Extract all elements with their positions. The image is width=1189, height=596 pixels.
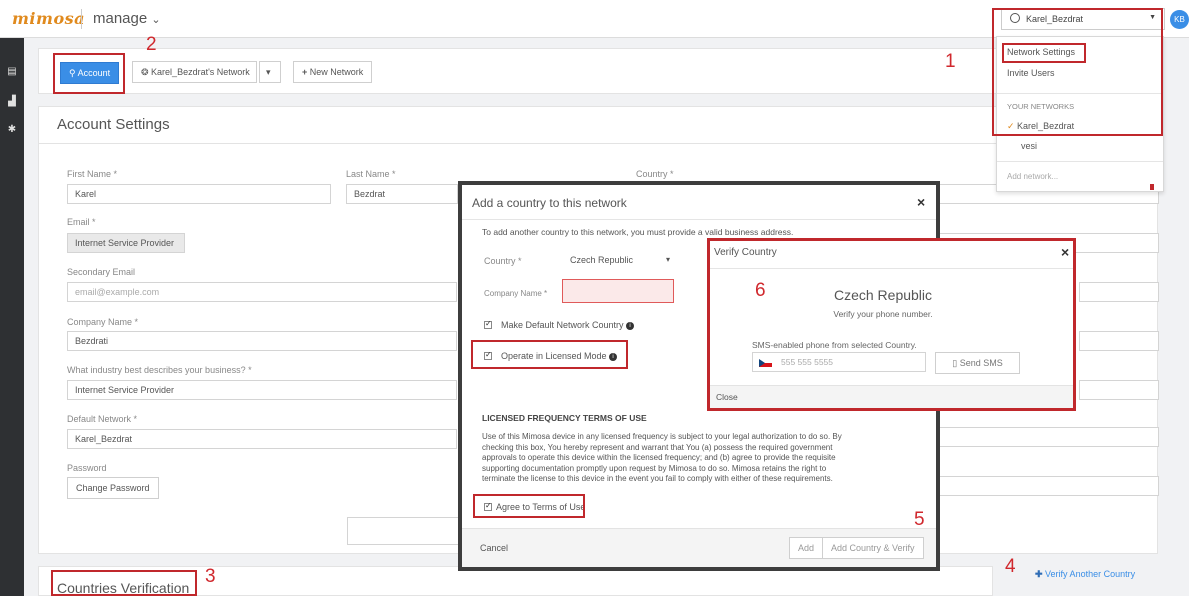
right-field-3[interactable] <box>1079 331 1159 351</box>
gear-icon[interactable]: ✱ <box>6 124 18 136</box>
step-number-4: 4 <box>1005 556 1016 577</box>
plus-icon: ✚ <box>1035 569 1046 579</box>
industry-select[interactable]: Internet Service Provider <box>67 380 457 400</box>
modal-country-select[interactable]: Czech Republic ▾ <box>562 250 674 270</box>
add-country-verify-button[interactable]: Add Country & Verify <box>822 537 924 559</box>
save-area <box>347 517 459 545</box>
annotation-box-countries <box>51 570 197 596</box>
step-number-1: 1 <box>945 51 956 72</box>
first-name-field[interactable]: Karel <box>67 184 331 204</box>
left-nav-rail: ▤ ▟ ✱ <box>0 38 24 596</box>
mimosa-logo[interactable]: mimosa <box>12 9 85 28</box>
app-caret-icon: ⌄ <box>151 14 161 26</box>
avatar-initials: KB <box>1174 15 1185 24</box>
grid-icon[interactable]: ▤ <box>6 66 18 78</box>
default-network-label: Default Network * <box>67 414 138 424</box>
app-switcher[interactable]: manage ⌄ <box>93 10 161 27</box>
small-red-indicator <box>1150 184 1154 190</box>
modal-country-value: Czech Republic <box>570 255 634 265</box>
terms-title: LICENSED FREQUENCY TERMS OF USE <box>482 413 647 423</box>
chevron-down-icon: ▾ <box>266 67 271 77</box>
menu-divider <box>997 161 1163 162</box>
avatar[interactable]: KB <box>1170 10 1189 29</box>
annotation-box-network-settings <box>1002 43 1086 63</box>
annotation-box-licensed-mode <box>471 340 628 369</box>
terms-body: Use of this Mimosa device in any license… <box>482 432 842 483</box>
email-label: Email * <box>67 217 96 227</box>
add-network-item[interactable]: Add network... <box>1007 172 1058 181</box>
step-number-5: 5 <box>914 509 925 530</box>
bar-chart-icon[interactable]: ▟ <box>6 96 18 108</box>
modal-footer: Cancel Add Add Country & Verify <box>462 528 936 567</box>
flag-icon <box>759 359 772 367</box>
add-button[interactable]: Add <box>789 537 824 559</box>
verify-country-modal: Verify Country × 6 Czech Republic Verify… <box>707 238 1076 411</box>
company-name-field[interactable]: Bezdrati <box>67 331 457 351</box>
right-field-6[interactable] <box>939 476 1159 496</box>
network-caret-button[interactable]: ▾ <box>259 61 281 83</box>
last-name-label: Last Name * <box>346 169 396 179</box>
verify-header-divider <box>710 268 1073 269</box>
chevron-down-icon: ▾ <box>665 255 670 264</box>
info-icon[interactable]: i <box>626 321 635 330</box>
plus-icon: + <box>302 67 310 77</box>
network-item-vesi[interactable]: vesi <box>1021 141 1037 151</box>
verify-footer: Close <box>710 385 1073 408</box>
send-sms-label: Send SMS <box>959 358 1003 368</box>
last-name-field[interactable]: Bezdrat <box>346 184 458 204</box>
modal-intro-text: To add another country to this network, … <box>482 227 794 237</box>
right-field-4[interactable] <box>1079 380 1159 400</box>
toolbar: ⚲ Account ❂ Karel_Bezdrat's Network ▾ + … <box>38 48 1158 94</box>
email-field[interactable]: Internet Service Provider <box>67 233 185 253</box>
phone-field[interactable]: 555 555 5555 <box>752 352 926 372</box>
globe-icon: ❂ <box>141 67 152 77</box>
secondary-email-label: Secondary Email <box>67 267 136 277</box>
phone-icon: ▯ <box>952 358 960 368</box>
right-field-5[interactable] <box>939 427 1159 447</box>
verify-country-name: Czech Republic <box>833 287 933 303</box>
verify-another-country-link[interactable]: ✚ Verify Another Country <box>1035 569 1135 580</box>
right-field-2[interactable] <box>1079 282 1159 302</box>
verify-title: Verify Country <box>714 247 777 258</box>
app-name-label: manage <box>93 10 148 27</box>
account-settings-title: Account Settings <box>57 116 170 133</box>
logo-divider <box>81 9 82 29</box>
secondary-email-field[interactable]: email@example.com <box>67 282 457 302</box>
panel-divider <box>39 143 1157 144</box>
country-label: Country * <box>636 169 674 179</box>
close-icon[interactable]: × <box>1061 244 1069 260</box>
verify-close-link[interactable]: Close <box>716 392 738 402</box>
industry-label: What industry best describes your busine… <box>67 365 252 375</box>
make-default-checkbox[interactable] <box>484 319 492 329</box>
network-button-label: Karel_Bezdrat's Network <box>151 67 250 77</box>
default-network-select[interactable]: Karel_Bezdrat <box>67 429 457 449</box>
network-select-button[interactable]: ❂ Karel_Bezdrat's Network <box>132 61 257 83</box>
cancel-link[interactable]: Cancel <box>480 543 508 553</box>
annotation-box-agree-terms <box>473 494 585 518</box>
modal-header-divider <box>462 219 936 220</box>
annotation-box-account <box>53 53 125 94</box>
password-label: Password <box>67 463 107 473</box>
modal-company-label: Company Name * <box>484 289 548 298</box>
modal-country-label: Country * <box>484 256 522 266</box>
verify-another-label: Verify Another Country <box>1045 569 1136 579</box>
modal-title: Add a country to this network <box>472 196 627 210</box>
verify-subtitle: Verify your phone number. <box>833 309 933 319</box>
annotation-box-dropdown <box>992 8 1163 136</box>
new-network-label: New Network <box>309 67 364 77</box>
send-sms-button[interactable]: ▯ Send SMS <box>935 352 1020 374</box>
modal-company-field[interactable] <box>562 279 674 303</box>
close-icon[interactable]: × <box>917 194 925 210</box>
change-password-button[interactable]: Change Password <box>67 477 159 499</box>
new-network-button[interactable]: + New Network <box>293 61 373 83</box>
step-number-3: 3 <box>205 566 216 587</box>
company-name-label: Company Name * <box>67 317 139 327</box>
phone-placeholder: 555 555 5555 <box>781 357 833 367</box>
first-name-label: First Name * <box>67 169 118 179</box>
sms-label: SMS-enabled phone from selected Country. <box>752 340 917 350</box>
step-number-2: 2 <box>146 34 157 55</box>
make-default-label: Make Default Network Country i <box>501 320 635 330</box>
